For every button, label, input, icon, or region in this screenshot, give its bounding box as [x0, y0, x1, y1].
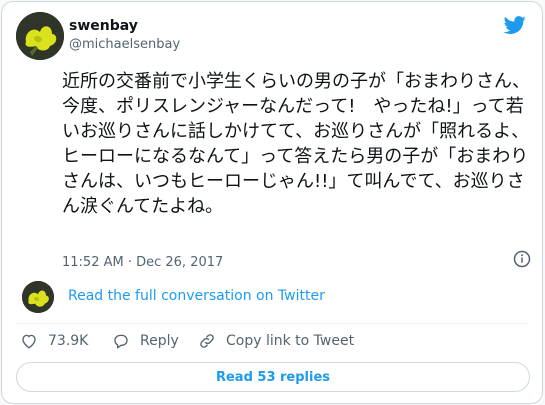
read-replies-button[interactable]: Read 53 replies [16, 362, 530, 392]
tweet-actions: 73.9K Reply Copy link to Tweet [16, 331, 516, 351]
tweet-text: 近所の交番前で小学生くらいの男の子が「おまわりさん、今度、ポリスレンジャーなんだ… [62, 71, 530, 217]
reply-label: Reply [140, 333, 179, 349]
divider [16, 323, 528, 324]
author-names: swenbay @michaelsenbay [69, 17, 180, 54]
tweet-timestamp[interactable]: 11:52 AM · Dec 26, 2017 [62, 255, 223, 270]
tweet-meta: 11:52 AM · Dec 26, 2017 [62, 250, 534, 270]
conversation-row: Read the full conversation on Twitter [22, 281, 522, 313]
like-count: 73.9K [48, 333, 89, 349]
tweet-card: swenbay @michaelsenbay 近所の交番前で小学生くらいの男の子… [1, 1, 543, 404]
author-avatar[interactable] [16, 12, 64, 60]
like-button[interactable]: 73.9K [20, 331, 88, 351]
author-display-name[interactable]: swenbay [69, 17, 180, 35]
twitter-bird-icon[interactable] [503, 14, 527, 36]
conversation-avatar[interactable] [22, 281, 54, 313]
tweet-header: swenbay @michaelsenbay [16, 12, 528, 62]
copy-link-button[interactable]: Copy link to Tweet [198, 331, 354, 351]
reply-button[interactable]: Reply [112, 331, 179, 351]
heart-icon [22, 334, 36, 349]
info-icon[interactable] [513, 250, 531, 268]
link-icon [200, 334, 214, 348]
read-conversation-link[interactable]: Read the full conversation on Twitter [68, 288, 325, 304]
author-handle[interactable]: @michaelsenbay [69, 36, 180, 54]
reply-bubble-icon [114, 334, 128, 349]
read-replies-label: Read 53 replies [215, 369, 331, 385]
copy-link-label: Copy link to Tweet [226, 333, 355, 349]
